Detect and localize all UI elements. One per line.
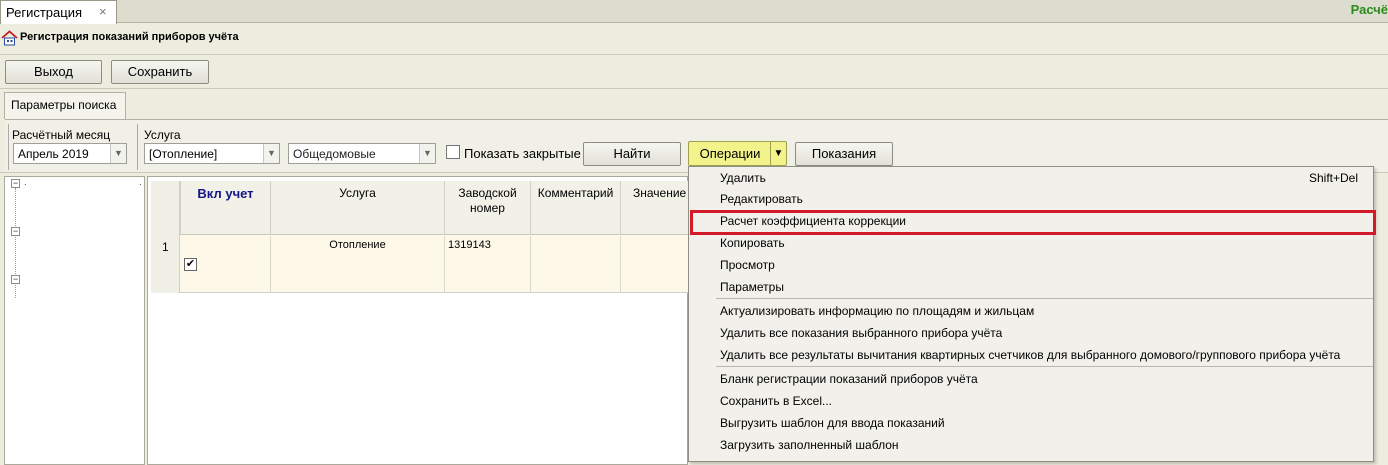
operations-button[interactable]: Операции ▼ [688,141,787,166]
service-select[interactable]: [Отопление] ▼ [144,143,280,164]
column-header-comment[interactable]: Комментарий [530,181,620,235]
tree-panel [4,176,145,465]
building-type-select[interactable]: Общедомовые ▼ [288,143,436,164]
menu-item-delete[interactable]: Удалить [720,171,766,185]
menu-item-import-template[interactable]: Загрузить заполненный шаблон [720,438,899,452]
menu-item-shortcut: Shift+Del [1309,171,1359,185]
menu-separator [716,298,1373,299]
menu-item-export-template[interactable]: Выгрузить шаблон для ввода показаний [720,416,945,430]
chevron-down-icon[interactable]: ▼ [770,142,786,165]
cell-value[interactable] [620,236,688,293]
readings-button[interactable]: Показания [795,142,893,166]
menu-item-view[interactable]: Просмотр [720,258,775,272]
tab-label: Параметры поиска [11,98,117,112]
page-title: Регистрация показаний приборов учёта [20,31,239,43]
tab-search-params[interactable]: Параметры поиска [4,92,126,119]
menu-item-save-excel[interactable]: Сохранить в Excel... [720,394,832,408]
tree-node-label[interactable]: . [139,177,142,188]
save-button[interactable]: Сохранить [111,60,209,84]
menu-item-delete-all-readings[interactable]: Удалить все показания выбранного прибора… [720,326,1002,340]
menu-item-edit[interactable]: Редактировать [720,192,803,206]
highlight-box [690,210,1376,235]
divider [0,88,1388,89]
show-closed-checkbox[interactable] [446,145,460,159]
row-number-column [151,181,180,293]
menu-separator [716,366,1373,367]
cell-serial[interactable]: 1319143 [444,236,530,293]
month-select[interactable]: Апрель 2019 ▼ [13,143,127,164]
include-checkbox[interactable]: ✔ [184,258,197,271]
menu-item-update-info[interactable]: Актуализировать информацию по площадям и… [720,304,1034,318]
divider [0,54,1388,55]
collapse-icon[interactable]: − [11,179,20,188]
divider [8,124,9,170]
chevron-down-icon[interactable]: ▼ [419,144,435,163]
divider [137,124,138,170]
month-value: Апрель 2019 [18,147,89,161]
menu-item-parameters[interactable]: Параметры [720,280,784,294]
building-type-value: Общедомовые [293,147,376,161]
column-header-serial[interactable]: Заводской номер [444,181,530,235]
cell-service[interactable]: Отопление [270,236,444,293]
find-button[interactable]: Найти [583,142,681,166]
column-header-service[interactable]: Услуга [270,181,444,235]
collapse-icon[interactable]: − [11,227,20,236]
service-value: [Отопление] [149,147,218,161]
tab-strip [0,0,1388,23]
exit-button[interactable]: Выход [5,60,102,84]
tab-label: Регистрация [6,5,82,20]
menu-item-registration-form[interactable]: Бланк регистрации показаний приборов учё… [720,372,978,386]
column-header-value[interactable]: Значение [620,181,688,235]
chevron-down-icon[interactable]: ▼ [263,144,279,163]
house-logo-icon [1,30,18,46]
chevron-down-icon[interactable]: ▼ [110,144,126,163]
show-closed-label: Показать закрытые [464,146,581,161]
menu-item-delete-subtraction-results[interactable]: Удалить все результаты вычитания квартир… [720,348,1340,362]
month-label: Расчётный месяц [12,128,111,142]
cell-comment[interactable] [530,236,620,293]
service-label: Услуга [144,128,181,142]
collapse-icon[interactable]: − [11,275,20,284]
row-number: 1 [162,240,169,254]
operations-label: Операции [699,146,761,161]
tab-registration[interactable]: Регистрация × [0,0,117,24]
menu-item-copy[interactable]: Копировать [720,236,785,250]
close-icon[interactable]: × [99,4,107,19]
column-header-incl[interactable]: Вкл учет [180,181,270,235]
tree-node-label[interactable]: . [24,177,27,188]
right-title: Расчё [1350,2,1388,17]
